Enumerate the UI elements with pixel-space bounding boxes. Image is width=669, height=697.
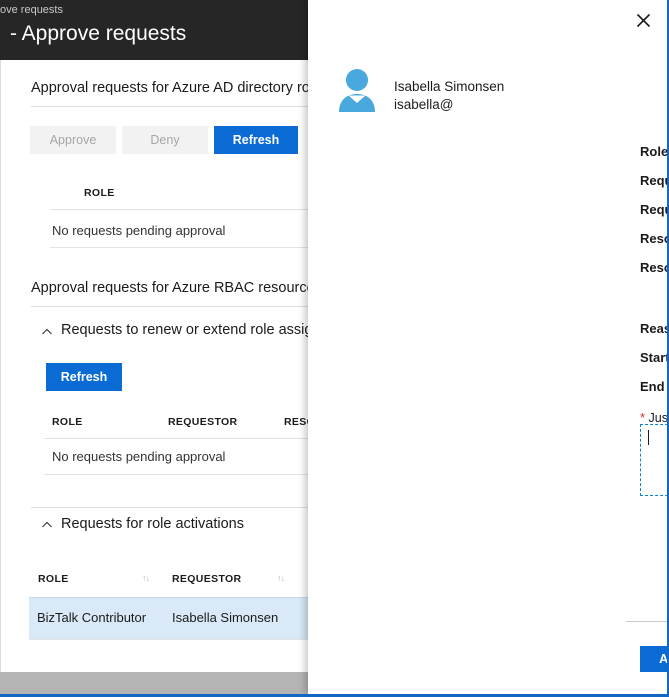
page-title: - Approve requests xyxy=(10,22,187,45)
detail-label-start-time: Start Time xyxy=(640,350,669,365)
status-bar xyxy=(0,672,317,694)
cell-requestor: Isabella Simonsen xyxy=(172,610,279,625)
approve-button-ad[interactable]: Approve xyxy=(30,126,116,154)
section-divider-activations xyxy=(31,507,317,508)
detail-label-requestor: Requestor xyxy=(640,173,667,188)
user-email: isabella@ xyxy=(394,97,454,112)
close-icon[interactable] xyxy=(629,6,657,34)
section-title-azure-ad: Approval requests for Azure AD directory… xyxy=(31,80,317,96)
blade-body: Approval requests for Azure AD directory… xyxy=(0,60,317,672)
grid-divider xyxy=(50,209,317,210)
refresh-button-ad[interactable]: Refresh xyxy=(214,126,298,154)
detail-label-reason: Reason xyxy=(640,321,667,336)
panel-footer-divider xyxy=(626,621,667,622)
empty-state-renew: No requests pending approval xyxy=(52,449,226,464)
column-header-requestor-activations[interactable]: REQUESTOR xyxy=(172,573,241,585)
section-divider-azure-ad xyxy=(31,106,317,107)
column-header-role-activations[interactable]: ROLE xyxy=(38,573,69,585)
blade-header: ove requests - Approve requests xyxy=(0,0,317,60)
column-header-role-renew[interactable]: ROLE xyxy=(52,416,83,428)
sort-arrows-icon[interactable]: ↑↓ xyxy=(142,573,150,583)
grid-divider xyxy=(29,639,317,640)
deny-button-ad[interactable]: Deny xyxy=(122,126,208,154)
detail-label-request-time: Request Time xyxy=(640,202,667,217)
chevron-up-icon[interactable] xyxy=(40,518,54,532)
group-label-renew-extend[interactable]: Requests to renew or extend role assign xyxy=(61,322,317,338)
justification-input[interactable] xyxy=(640,424,667,496)
app-root: ove requests - Approve requests Approval… xyxy=(0,0,669,697)
approve-requests-blade: ove requests - Approve requests Approval… xyxy=(0,0,318,697)
detail-label-role: Role xyxy=(640,144,669,159)
section-divider-azure-rbac xyxy=(31,306,317,307)
text-caret xyxy=(648,430,649,445)
request-detail-panel: Isabella Simonsen isabella@ Role BizTalk… xyxy=(308,0,669,694)
breadcrumb[interactable]: ove requests xyxy=(0,4,63,16)
user-avatar-icon xyxy=(336,68,378,112)
required-marker: * xyxy=(640,410,646,425)
section-title-azure-rbac: Approval requests for Azure RBAC resourc… xyxy=(31,280,317,296)
user-name: Isabella Simonsen xyxy=(394,79,505,94)
grid-divider xyxy=(44,474,317,475)
column-header-role-ad[interactable]: ROLE xyxy=(84,187,115,199)
group-label-role-activations[interactable]: Requests for role activations xyxy=(61,516,244,532)
approve-button[interactable]: Approve xyxy=(640,646,667,672)
empty-state-ad: No requests pending approval xyxy=(52,223,226,238)
sort-arrows-icon[interactable]: ↑↓ xyxy=(277,573,285,583)
cell-role: BizTalk Contributor xyxy=(37,610,147,625)
detail-label-resource: Resource xyxy=(640,231,669,246)
chevron-up-icon[interactable] xyxy=(40,325,54,339)
justification-label-text: Justification xyxy=(648,411,668,425)
column-header-requestor-renew[interactable]: REQUESTOR xyxy=(168,416,237,428)
grid-divider xyxy=(44,438,317,439)
refresh-button-renew[interactable]: Refresh xyxy=(46,363,122,391)
detail-label-end-time: End Time xyxy=(640,379,667,394)
detail-label-resource-type: Resource Type xyxy=(640,260,669,275)
grid-divider xyxy=(50,247,317,248)
